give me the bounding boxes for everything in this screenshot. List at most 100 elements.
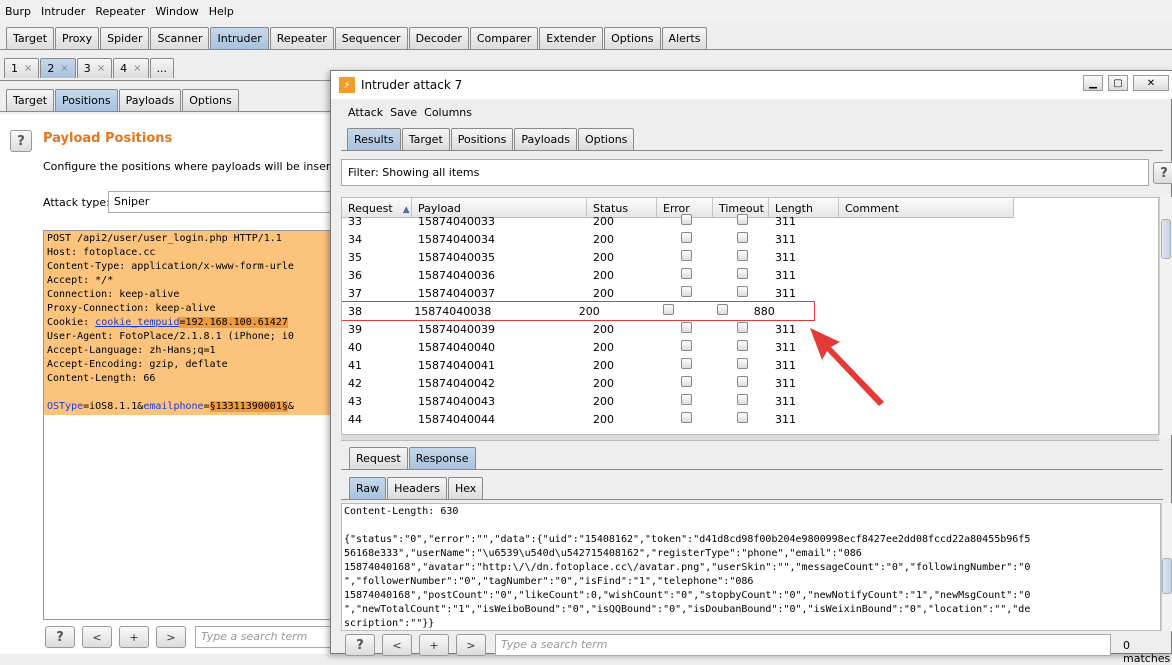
response-body[interactable]: Content-Length: 630 {"status":"0","error"…: [341, 503, 1161, 631]
search-input[interactable]: Type a search term: [195, 626, 335, 648]
cell-request: 40: [348, 340, 362, 354]
view-tab-headers[interactable]: Headers: [387, 477, 447, 499]
body-equals: =: [203, 401, 210, 412]
tab-proxy[interactable]: Proxy: [55, 27, 100, 49]
tab-alerts[interactable]: Alerts: [661, 27, 708, 49]
cell-timeout: [713, 376, 769, 390]
response-help-button[interactable]: ?: [345, 634, 375, 656]
tab-comparer[interactable]: Comparer: [469, 27, 539, 49]
close-button[interactable]: ✕: [1133, 75, 1169, 91]
results-table: Request ▲ Payload Status Error Timeout Length C…: [341, 197, 1159, 435]
tab-options[interactable]: Options: [604, 27, 661, 49]
attack-menu-columns[interactable]: Columns: [407, 106, 472, 119]
response-search-add-button[interactable]: +: [419, 634, 449, 656]
tab-intruder[interactable]: Intruder: [210, 27, 269, 49]
attack-window-tab-payloads[interactable]: Payloads: [514, 128, 577, 150]
table-row[interactable]: 39 15874040039 200 311: [342, 320, 839, 338]
body-param-ostype: OSType: [47, 401, 84, 412]
search-next-button[interactable]: >: [156, 626, 186, 648]
attack-tab-3[interactable]: 3 ×: [76, 58, 113, 78]
help-button[interactable]: ?: [10, 130, 32, 152]
table-row[interactable]: 44 15874040044 200 311: [342, 410, 839, 428]
sub-tab-payloads[interactable]: Payloads: [118, 89, 182, 111]
attack-tab-more[interactable]: ...: [149, 58, 175, 78]
attack-window-tab-options[interactable]: Options: [577, 128, 635, 150]
menu-repeater[interactable]: Repeater: [90, 5, 150, 18]
attack-tab-4[interactable]: 4 ×: [113, 58, 149, 78]
cell-payload: 15874040041: [418, 358, 495, 372]
tab-spider[interactable]: Spider: [100, 27, 150, 49]
maximize-button[interactable]: ▢: [1108, 75, 1128, 91]
menu-bar: Burp Intruder Repeater Window Help: [0, 0, 1172, 22]
filter-help-button[interactable]: ?: [1153, 162, 1172, 184]
editor-help-button[interactable]: ?: [45, 626, 75, 648]
attack-type-select[interactable]: Sniper: [108, 191, 348, 213]
response-search-prev-button[interactable]: <: [382, 634, 412, 656]
attack-window-tab-results[interactable]: Results: [347, 128, 401, 150]
attack-window-tab-positions[interactable]: Positions: [450, 128, 514, 150]
cell-request: 42: [348, 376, 362, 390]
search-prev-button[interactable]: <: [82, 626, 112, 648]
view-tab-hex[interactable]: Hex: [447, 477, 484, 499]
response-line: {"status":"0","error":"","data":{"uid":"…: [344, 534, 1031, 545]
cell-status: 200: [593, 250, 614, 264]
table-row[interactable]: 38 15874040038 200 880: [342, 301, 815, 321]
close-icon[interactable]: ×: [24, 63, 32, 74]
table-row[interactable]: 33 15874040033 200 311: [342, 212, 839, 230]
menu-intruder[interactable]: Intruder: [36, 5, 90, 18]
table-row[interactable]: 40 15874040040 200 311: [342, 338, 839, 356]
tab-scanner[interactable]: Scanner: [150, 27, 210, 49]
intruder-sub-tab-bar: Target Positions Payloads Options: [6, 89, 240, 111]
tab-repeater[interactable]: Repeater: [269, 27, 334, 49]
table-row[interactable]: 34 15874040034 200 311: [342, 230, 839, 248]
sub-tab-target[interactable]: Target: [6, 89, 55, 111]
tab-response[interactable]: Response: [408, 447, 476, 469]
results-filter-bar[interactable]: Filter: Showing all items: [341, 159, 1149, 186]
results-scrollbar[interactable]: [1159, 197, 1172, 435]
table-row[interactable]: 37 15874040037 200 311: [342, 284, 839, 302]
table-row[interactable]: 35 15874040035 200 311: [342, 248, 839, 266]
cell-error: [657, 340, 713, 354]
response-scrollbar[interactable]: [1161, 503, 1172, 631]
pane-divider[interactable]: [341, 435, 1159, 441]
response-search-next-button[interactable]: >: [456, 634, 486, 656]
timeout-checkbox: [737, 214, 748, 225]
tab-decoder[interactable]: Decoder: [408, 27, 469, 49]
table-row[interactable]: 41 15874040041 200 311: [342, 356, 839, 374]
sub-tab-positions[interactable]: Positions: [55, 89, 118, 111]
close-icon[interactable]: ×: [60, 63, 68, 74]
attack-window-tab-target[interactable]: Target: [401, 128, 450, 150]
attack-tab-2[interactable]: 2 ×: [40, 58, 76, 78]
close-icon[interactable]: ×: [97, 63, 105, 74]
cell-request: 37: [348, 286, 362, 300]
response-search-input[interactable]: Type a search term: [495, 634, 1111, 656]
table-row[interactable]: 43 15874040043 200 311: [342, 392, 839, 410]
table-row[interactable]: 36 15874040036 200 311: [342, 266, 839, 284]
tab-request[interactable]: Request: [349, 447, 408, 469]
response-line: ","newTotalCount":"1","isWeiboBound":"0"…: [344, 604, 1031, 615]
cell-status: 200: [593, 286, 614, 300]
attack-tab-1[interactable]: 1 ×: [4, 58, 40, 78]
tab-target[interactable]: Target: [6, 27, 55, 49]
request-template-editor[interactable]: POST /api2/user/user_login.php HTTP/1.1 …: [43, 230, 343, 620]
table-row[interactable]: 42 15874040042 200 311: [342, 374, 839, 392]
tab-sequencer[interactable]: Sequencer: [334, 27, 408, 49]
response-line: [344, 519, 1158, 533]
menu-burp[interactable]: Burp: [0, 5, 36, 18]
error-checkbox: [663, 304, 675, 315]
burp-logo-icon: ⚡: [339, 77, 355, 93]
error-checkbox: [681, 412, 692, 423]
cell-payload: 15874040043: [418, 394, 495, 408]
error-checkbox: [681, 250, 692, 261]
view-tab-raw[interactable]: Raw: [349, 477, 387, 499]
menu-window[interactable]: Window: [150, 5, 203, 18]
column-header-comment[interactable]: Comment: [839, 198, 1014, 217]
sub-tab-options[interactable]: Options: [182, 89, 239, 111]
response-line: scription":""}}: [344, 618, 435, 629]
menu-help[interactable]: Help: [204, 5, 239, 18]
minimize-button[interactable]: ▁: [1083, 75, 1103, 91]
search-add-button[interactable]: +: [119, 626, 149, 648]
tab-extender[interactable]: Extender: [539, 27, 604, 49]
cell-payload: 15874040040: [418, 340, 495, 354]
close-icon[interactable]: ×: [133, 63, 141, 74]
